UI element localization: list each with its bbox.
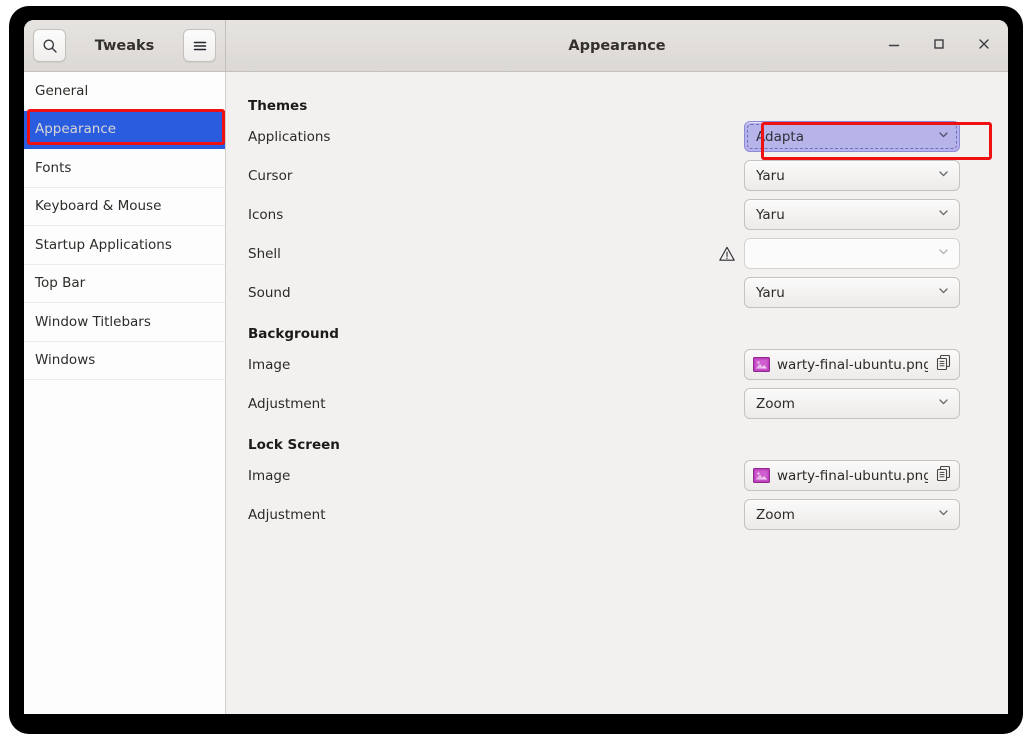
- headerbar: Tweaks Appearance: [24, 20, 1008, 72]
- row-control-cursor: Yaru: [744, 160, 960, 191]
- row-control-shell: [718, 238, 960, 269]
- row-sound: Sound Yaru: [248, 273, 960, 312]
- warning-triangle-icon: [718, 245, 736, 263]
- cursor-theme-combo[interactable]: Yaru: [744, 160, 960, 191]
- close-icon: [976, 36, 992, 56]
- documents-copy-icon: [935, 465, 952, 486]
- sidebar-item-label: Windows: [35, 352, 96, 369]
- sound-theme-combo[interactable]: Yaru: [744, 277, 960, 308]
- row-shell: Shell: [248, 234, 960, 273]
- chevron-down-icon: [937, 128, 950, 145]
- sound-theme-value: Yaru: [756, 284, 785, 301]
- icons-theme-value: Yaru: [756, 206, 785, 223]
- headerbar-right: Appearance: [226, 20, 1008, 71]
- sidebar: General Appearance Fonts Keyboard & Mous…: [24, 72, 226, 714]
- row-label-background-image: Image: [248, 356, 291, 373]
- row-cursor: Cursor Yaru: [248, 156, 960, 195]
- row-background-adjustment: Adjustment Zoom: [248, 384, 960, 423]
- sidebar-item-appearance[interactable]: Appearance: [24, 110, 225, 149]
- lockscreen-image-filename: warty-final-ubuntu.png: [777, 467, 928, 484]
- documents-copy-icon: [935, 354, 952, 375]
- sidebar-item-label: Keyboard & Mouse: [35, 198, 162, 215]
- row-applications: Applications Adapta: [248, 117, 960, 156]
- sidebar-item-window-titlebars[interactable]: Window Titlebars: [24, 303, 225, 342]
- row-label-applications: Applications: [248, 128, 331, 145]
- row-control-lockscreen-adjustment: Zoom: [744, 499, 960, 530]
- row-lockscreen-image: Image warty-final-ubuntu.png: [248, 456, 960, 495]
- lockscreen-adjustment-value: Zoom: [756, 506, 795, 523]
- sidebar-item-keyboard-mouse[interactable]: Keyboard & Mouse: [24, 188, 225, 226]
- icons-theme-combo[interactable]: Yaru: [744, 199, 960, 230]
- image-thumbnail-icon: [753, 357, 770, 372]
- screenshot-root: Tweaks Appearance General Appearance Fon…: [0, 0, 1032, 742]
- chevron-down-icon: [937, 284, 950, 301]
- row-label-icons: Icons: [248, 206, 284, 223]
- window-controls: [883, 20, 995, 71]
- row-control-background-image: warty-final-ubuntu.png: [744, 349, 960, 380]
- sidebar-item-top-bar[interactable]: Top Bar: [24, 265, 225, 303]
- maximize-icon: [931, 36, 947, 56]
- search-button[interactable]: [33, 29, 66, 62]
- menu-button[interactable]: [183, 29, 216, 62]
- row-label-shell: Shell: [248, 245, 281, 262]
- applications-theme-combo[interactable]: Adapta: [744, 121, 960, 152]
- search-icon: [42, 38, 58, 54]
- row-icons: Icons Yaru: [248, 195, 960, 234]
- shell-theme-combo[interactable]: [744, 238, 960, 269]
- background-image-filename: warty-final-ubuntu.png: [777, 356, 928, 373]
- tweaks-window: Tweaks Appearance General Appearance Fon…: [24, 20, 1008, 714]
- chevron-down-icon: [937, 167, 950, 184]
- row-label-lockscreen-image: Image: [248, 467, 291, 484]
- row-label-background-adjustment: Adjustment: [248, 395, 326, 412]
- sidebar-item-startup-applications[interactable]: Startup Applications: [24, 226, 225, 265]
- sidebar-item-label: Top Bar: [35, 275, 86, 292]
- background-adjustment-combo[interactable]: Zoom: [744, 388, 960, 419]
- sidebar-item-windows[interactable]: Windows: [24, 342, 225, 380]
- chevron-down-icon: [937, 506, 950, 523]
- row-label-lockscreen-adjustment: Adjustment: [248, 506, 326, 523]
- image-thumbnail-icon: [753, 468, 770, 483]
- section-title-background: Background: [248, 326, 339, 342]
- minimize-button[interactable]: [883, 35, 905, 57]
- row-lockscreen-adjustment: Adjustment Zoom: [248, 495, 960, 534]
- sidebar-item-general[interactable]: General: [24, 72, 225, 111]
- row-control-applications: Adapta: [744, 121, 960, 152]
- row-control-sound: Yaru: [744, 277, 960, 308]
- cursor-theme-value: Yaru: [756, 167, 785, 184]
- content-area: Themes Applications Adapta Cursor Yaru I…: [226, 72, 1008, 714]
- background-image-button[interactable]: warty-final-ubuntu.png: [744, 349, 960, 380]
- minimize-icon: [886, 36, 902, 56]
- applications-theme-value: Adapta: [756, 128, 804, 145]
- background-adjustment-value: Zoom: [756, 395, 795, 412]
- window-body: General Appearance Fonts Keyboard & Mous…: [24, 72, 1008, 714]
- sidebar-item-label: Appearance: [35, 121, 117, 138]
- lockscreen-adjustment-combo[interactable]: Zoom: [744, 499, 960, 530]
- sidebar-item-label: Fonts: [35, 159, 72, 176]
- lockscreen-image-button[interactable]: warty-final-ubuntu.png: [744, 460, 960, 491]
- sidebar-item-label: Startup Applications: [35, 236, 172, 253]
- row-label-cursor: Cursor: [248, 167, 293, 184]
- section-title-lock-screen: Lock Screen: [248, 437, 340, 453]
- app-title: Tweaks: [94, 37, 155, 54]
- headerbar-left: Tweaks: [24, 20, 226, 71]
- chevron-down-icon: [937, 395, 950, 412]
- close-button[interactable]: [973, 35, 995, 57]
- row-label-sound: Sound: [248, 284, 291, 301]
- section-title-themes: Themes: [248, 98, 308, 114]
- row-background-image: Image warty-final-ubuntu.png: [248, 345, 960, 384]
- chevron-down-icon: [937, 245, 950, 262]
- chevron-down-icon: [937, 206, 950, 223]
- sidebar-item-label: Window Titlebars: [35, 313, 151, 330]
- sidebar-item-label: General: [35, 82, 89, 99]
- row-control-icons: Yaru: [744, 199, 960, 230]
- sidebar-item-fonts[interactable]: Fonts: [24, 149, 225, 188]
- maximize-button[interactable]: [928, 35, 950, 57]
- row-control-background-adjustment: Zoom: [744, 388, 960, 419]
- row-control-lockscreen-image: warty-final-ubuntu.png: [744, 460, 960, 491]
- hamburger-menu-icon: [192, 38, 208, 54]
